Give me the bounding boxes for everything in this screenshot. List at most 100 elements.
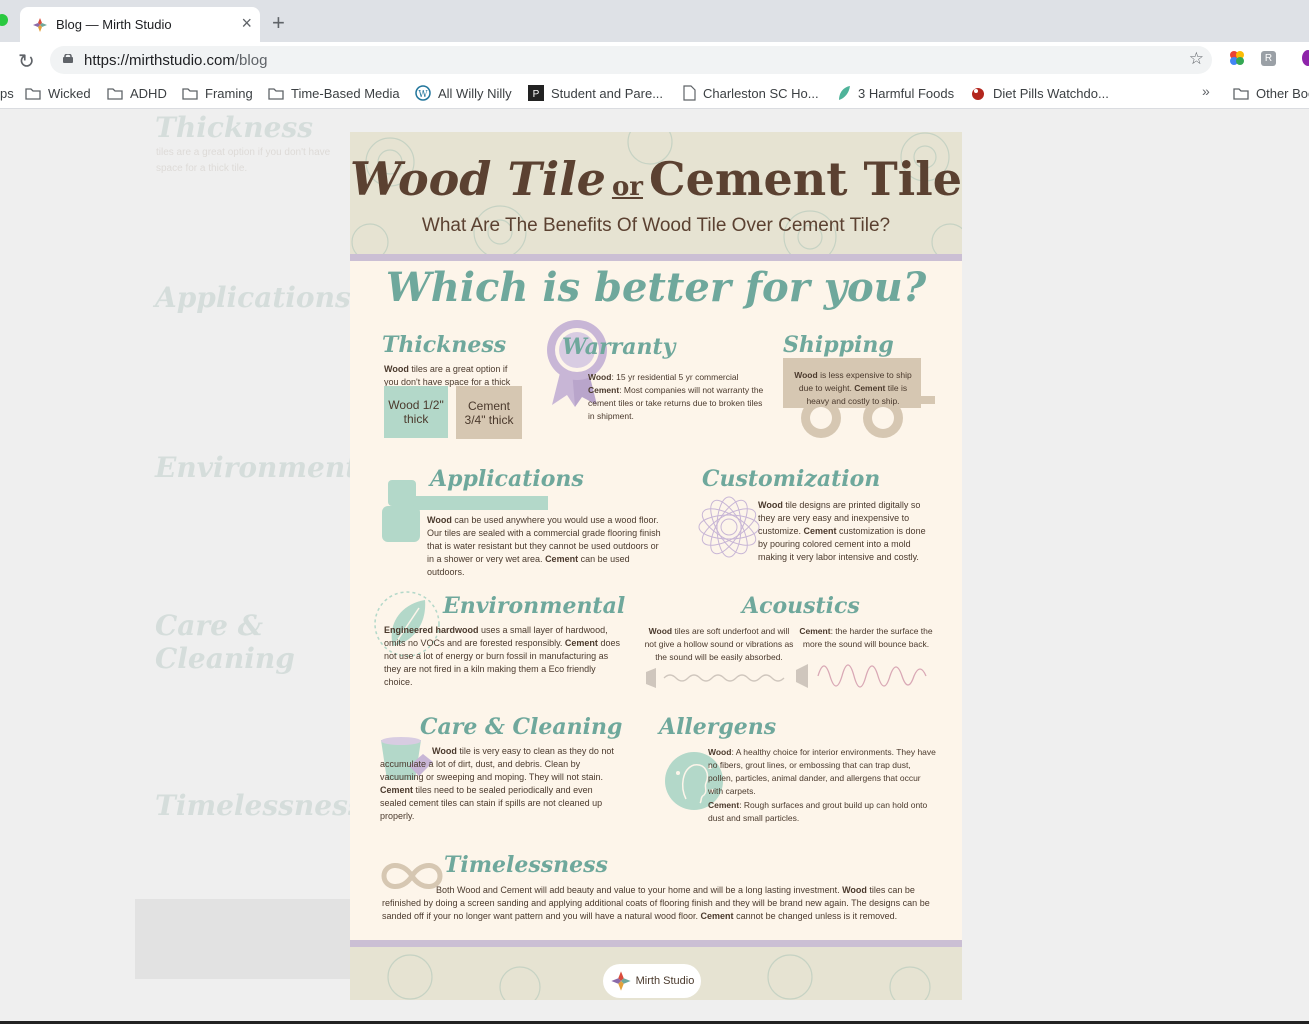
ghost-heading: Timelessness [155, 789, 364, 822]
bookmark-other-bookmarks[interactable]: Other Boo [1233, 83, 1309, 103]
environmental-text: Engineered hardwood uses a small layer o… [384, 624, 622, 689]
profile-avatar-icon[interactable] [1302, 50, 1309, 66]
window-zoom-button[interactable] [0, 14, 8, 26]
bookmark-folder-framing[interactable]: Framing [182, 83, 253, 103]
customization-heading: Customization [702, 466, 881, 492]
allergens-cement-bold: Cement [708, 800, 740, 810]
title-cement-tile: Cement Tile [648, 152, 962, 206]
shipping-text: Wood is less expensive to ship due to we… [792, 369, 914, 408]
mirth-favicon-icon [33, 18, 47, 32]
care-wood-bold: Wood [432, 746, 457, 756]
folder-icon [1233, 87, 1249, 100]
bookmark-label: ps [0, 85, 14, 101]
thickness-heading: Thickness [382, 332, 507, 358]
allergens-wood-body: : A healthy choice for interior environm… [708, 747, 936, 796]
ghost-heading: Applications [155, 281, 351, 314]
section-question: Which is better for you? [385, 264, 927, 311]
acoustics-wood-bold: Wood [648, 626, 673, 636]
bookmark-diet-pills[interactable]: Diet Pills Watchdo... [970, 83, 1109, 103]
care-heading: Care & Cleaning [420, 714, 623, 740]
infographic-header: Wood Tile or Cement Tile What Are The Bene… [350, 132, 962, 261]
ghost-heading: Care & Cleaning [155, 609, 295, 675]
bookmark-label: Charleston SC Ho... [703, 85, 819, 101]
tab-strip: Blog — Mirth Studio × + [0, 0, 1309, 42]
reload-icon[interactable]: ↻ [18, 49, 35, 74]
bookmark-harmful-foods[interactable]: 3 Harmful Foods [837, 83, 954, 103]
bookmark-label: Framing [205, 85, 253, 101]
bookmark-item[interactable]: ps [0, 83, 14, 103]
bookmark-folder-adhd[interactable]: ADHD [107, 83, 167, 103]
bookmark-label: Wicked [48, 85, 91, 101]
mirth-logo-icon [611, 971, 631, 991]
timelessness-wood-bold: Wood [842, 885, 867, 895]
bookmark-label: ADHD [130, 85, 167, 101]
bookmarks-overflow-icon[interactable]: » [1202, 83, 1210, 99]
background-block [135, 899, 375, 979]
allergens-wood-text: Wood: A healthy choice for interior envi… [708, 746, 936, 798]
title-wood-tile: Wood Tile [350, 152, 606, 206]
acoustics-cement-bold: Cement [799, 626, 831, 636]
spirograph-icon [698, 496, 760, 558]
svg-text:P: P [533, 89, 540, 100]
url-text[interactable]: https://mirthstudio.com/blog [84, 52, 267, 69]
bookmark-star-icon[interactable]: ☆ [1189, 49, 1204, 69]
shipping-wood-bold: Wood [794, 370, 818, 380]
tab-active[interactable]: Blog — Mirth Studio × [20, 7, 260, 42]
lock-icon[interactable] [63, 54, 73, 63]
allergens-heading: Allergens [659, 714, 777, 740]
wordpress-icon: W [415, 85, 431, 101]
care-text-2: tiles need to be sealed periodically and… [380, 785, 603, 821]
environmental-heading: Environmental [443, 593, 626, 619]
bookmarks-bar: ps Wicked ADHD Framing Time-Based Media … [0, 78, 1309, 109]
bookmark-folder-time-based-media[interactable]: Time-Based Media [268, 83, 400, 103]
infographic-footer: Mirth Studio [350, 940, 962, 1000]
address-bar[interactable]: https://mirthstudio.com/blog ☆ [50, 46, 1212, 74]
folder-icon [107, 87, 123, 100]
bookmark-label: Other Boo [1256, 85, 1309, 101]
page-icon [683, 85, 696, 101]
care-text-1: tile is very easy to clean as they do no… [380, 746, 614, 782]
wood-thickness-chip: Wood 1/2" thick [384, 386, 448, 438]
extension-pinwheel-icon[interactable] [1229, 50, 1245, 66]
folder-icon [25, 87, 41, 100]
timelessness-cement-bold: Cement [700, 911, 734, 921]
warranty-wood-bold: Wood [588, 372, 612, 382]
customization-text: Wood tile designs are printed digitally … [758, 499, 934, 564]
mirth-studio-logo[interactable]: Mirth Studio [603, 964, 701, 998]
pill-icon [972, 88, 984, 100]
timelessness-heading: Timelessness [444, 852, 608, 878]
bookmark-all-willy-nilly[interactable]: W All Willy Nilly [415, 83, 512, 103]
acoustics-heading: Acoustics [742, 593, 860, 619]
applications-text: Wood can be used anywhere you would use … [427, 514, 667, 579]
timelessness-text-1: Both Wood and Cement will add beauty and… [436, 885, 843, 895]
timelessness-text-3: cannot be changed unless is it removed. [733, 911, 898, 921]
background-infographic-faded: Thickness tiles are a great option if yo… [150, 109, 387, 989]
bookmark-charleston[interactable]: Charleston SC Ho... [683, 83, 819, 103]
ghost-text: tiles are a great option if you don't ha… [156, 147, 331, 174]
footer-logo-text: Mirth Studio [635, 975, 695, 987]
toolbar: ↻ https://mirthstudio.com/blog ☆ [0, 42, 1309, 78]
shipping-heading: Shipping [783, 332, 894, 358]
acoustics-cement-text: Cement: the harder the surface the more … [796, 625, 936, 651]
bookmark-student-and-parent[interactable]: P Student and Pare... [528, 83, 663, 103]
shipping-cement-bold: Cement [854, 383, 886, 393]
customization-cement-bold: Cement [803, 526, 837, 536]
thickness-wood-bold: Wood [384, 364, 409, 374]
applications-wood-bold: Wood [427, 515, 452, 525]
applications-heading: Applications [430, 466, 584, 492]
environmental-cement-bold: Cement [564, 638, 598, 648]
extension-r-icon[interactable]: R [1261, 51, 1276, 66]
allergens-wood-bold: Wood [708, 747, 732, 757]
bookmark-label: 3 Harmful Foods [858, 85, 955, 101]
svg-text:W: W [418, 90, 428, 100]
bookmark-folder-wicked[interactable]: Wicked [25, 83, 91, 103]
warranty-text: Wood: 15 yr residential 5 yr commercial C… [588, 371, 768, 423]
site-icon: P [528, 85, 544, 101]
warranty-heading: Warranty [562, 334, 676, 360]
care-text: Wood tile is very easy to clean as they … [380, 745, 618, 823]
tab-close-icon[interactable]: × [241, 14, 252, 32]
leaf-icon [839, 86, 850, 100]
new-tab-button[interactable]: + [272, 12, 285, 34]
timelessness-text: Both Wood and Cement will add beauty and… [382, 884, 934, 923]
soft-sound-wave-icon [646, 668, 785, 688]
